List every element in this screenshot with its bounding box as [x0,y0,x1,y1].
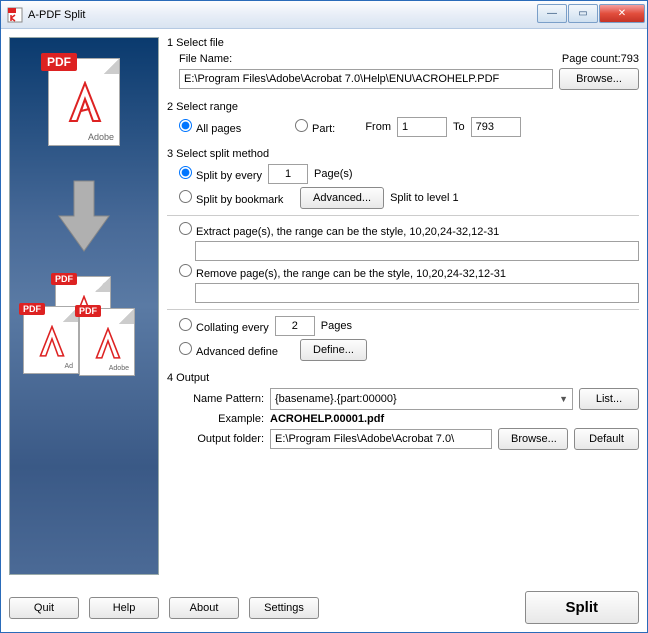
bookmark-radio[interactable] [179,190,192,203]
minimize-button[interactable]: — [537,4,567,23]
close-button[interactable]: ✕ [599,4,645,23]
remove-input[interactable] [195,283,639,303]
pdf-badge: PDF [41,53,77,71]
advdefine-label: Advanced define [196,346,278,358]
example-label: Example: [179,413,264,425]
collating-input[interactable] [275,316,315,336]
part-radio[interactable] [295,119,308,132]
bookmark-label: Split by bookmark [196,194,283,206]
from-input[interactable] [397,117,447,137]
extract-input[interactable] [195,241,639,261]
app-window: A-PDF Split — ▭ ✕ PDF Adobe PDFAd PDFAd … [0,0,648,633]
section1-title: 1 Select file [167,37,639,49]
settings-button[interactable]: Settings [249,597,319,619]
list-button[interactable]: List... [579,388,639,410]
collating-label: Collating every [196,322,269,334]
section3-title: 3 Select split method [167,148,639,160]
footer: Quit Help About Settings Split [1,583,647,632]
chevron-down-icon: ▼ [559,394,568,404]
allpages-radio[interactable] [179,119,192,132]
example-value: ACROHELP.00001.pdf [270,413,384,425]
pagecount-value: 793 [621,53,639,65]
collating-radio[interactable] [179,318,192,331]
namepattern-value: {basename}.{part:00000} [275,393,397,405]
namepattern-select[interactable]: {basename}.{part:00000} ▼ [270,388,573,410]
help-button[interactable]: Help [89,597,159,619]
to-label: To [453,121,465,133]
titlebar: A-PDF Split — ▭ ✕ [1,1,647,29]
browse-file-button[interactable]: Browse... [559,68,639,90]
app-icon [7,7,23,23]
filename-label: File Name: [179,53,232,65]
from-label: From [361,121,391,133]
splitevery-input[interactable] [268,164,308,184]
advdefine-radio[interactable] [179,342,192,355]
advanced-button[interactable]: Advanced... [300,187,384,209]
default-button[interactable]: Default [574,428,639,450]
main-panel: 1 Select file File Name: Page count:793 … [167,37,639,575]
remove-radio[interactable] [179,264,192,277]
adobe-text: Adobe [88,132,114,142]
splitevery-radio[interactable] [179,166,192,179]
collating-pages-label: Pages [321,320,352,332]
about-button[interactable]: About [169,597,239,619]
filename-input[interactable] [179,69,553,89]
adobe-logo-icon [63,81,107,125]
pages-label: Page(s) [314,168,353,180]
arrow-down-icon [54,176,114,256]
quit-button[interactable]: Quit [9,597,79,619]
part-label: Part: [312,123,335,135]
sidebar-graphic: PDF Adobe PDFAd PDFAd PDFAdobe [9,37,159,575]
extract-label: Extract page(s), the range can be the st… [196,226,499,238]
window-title: A-PDF Split [28,9,537,21]
outputfolder-input[interactable] [270,429,492,449]
maximize-button[interactable]: ▭ [568,4,598,23]
namepattern-label: Name Pattern: [179,393,264,405]
splitlevel-label: Split to level 1 [390,192,458,204]
browse-output-button[interactable]: Browse... [498,428,568,450]
remove-label: Remove page(s), the range can be the sty… [196,268,506,280]
splitevery-label: Split by every [196,170,262,182]
extract-radio[interactable] [179,222,192,235]
section2-title: 2 Select range [167,101,639,113]
define-button[interactable]: Define... [300,339,367,361]
pagecount-label: Page count: [562,53,621,65]
section4-title: 4 Output [167,372,639,384]
allpages-label: All pages [196,123,241,135]
to-input[interactable] [471,117,521,137]
outputfolder-label: Output folder: [179,433,264,445]
split-button[interactable]: Split [525,591,640,624]
